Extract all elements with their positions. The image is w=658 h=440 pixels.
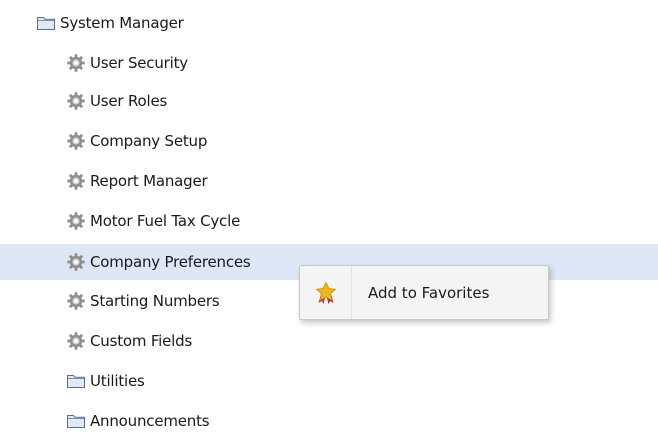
tree-item-label: User Security: [90, 54, 188, 72]
gear-icon: [66, 53, 86, 73]
tree-folder-utilities[interactable]: Utilities: [0, 364, 658, 398]
tree-item-label: Company Preferences: [90, 253, 251, 271]
tree-node-label: System Manager: [60, 14, 184, 32]
tree-item-label: Custom Fields: [90, 332, 193, 350]
gear-icon: [66, 211, 86, 231]
folder-icon: [66, 411, 86, 431]
context-menu: Add to Favorites: [299, 265, 549, 320]
tree-item-label: Starting Numbers: [90, 292, 220, 310]
tree-item-report-manager[interactable]: Report Manager: [0, 164, 658, 198]
gear-icon: [66, 91, 86, 111]
tree-item-company-setup[interactable]: Company Setup: [0, 124, 658, 158]
gear-icon: [66, 331, 86, 351]
tree-item-label: User Roles: [90, 92, 168, 110]
tree-folder-announcements[interactable]: Announcements: [0, 404, 658, 438]
tree-item-motor-fuel-tax-cycle[interactable]: Motor Fuel Tax Cycle: [0, 204, 658, 238]
tree-item-custom-fields[interactable]: Custom Fields: [0, 324, 658, 358]
tree-item-label: Announcements: [90, 412, 210, 430]
gear-icon: [66, 171, 86, 191]
tree-item-user-roles[interactable]: User Roles: [0, 84, 658, 118]
star-ribbon-icon: [300, 266, 352, 319]
menu-item-label: Add to Favorites: [368, 283, 490, 302]
tree-item-label: Utilities: [90, 372, 145, 390]
tree-item-label: Report Manager: [90, 172, 208, 190]
gear-icon: [66, 131, 86, 151]
tree-item-user-security[interactable]: User Security: [0, 46, 658, 80]
folder-icon: [66, 371, 86, 391]
tree-node-system-manager[interactable]: System Manager: [0, 6, 658, 40]
tree-item-label: Motor Fuel Tax Cycle: [90, 212, 241, 230]
folder-icon: [36, 13, 56, 33]
tree-item-label: Company Setup: [90, 132, 208, 150]
gear-icon: [66, 291, 86, 311]
add-to-favorites-menu-item[interactable]: Add to Favorites: [300, 266, 548, 319]
gear-icon: [66, 252, 86, 272]
